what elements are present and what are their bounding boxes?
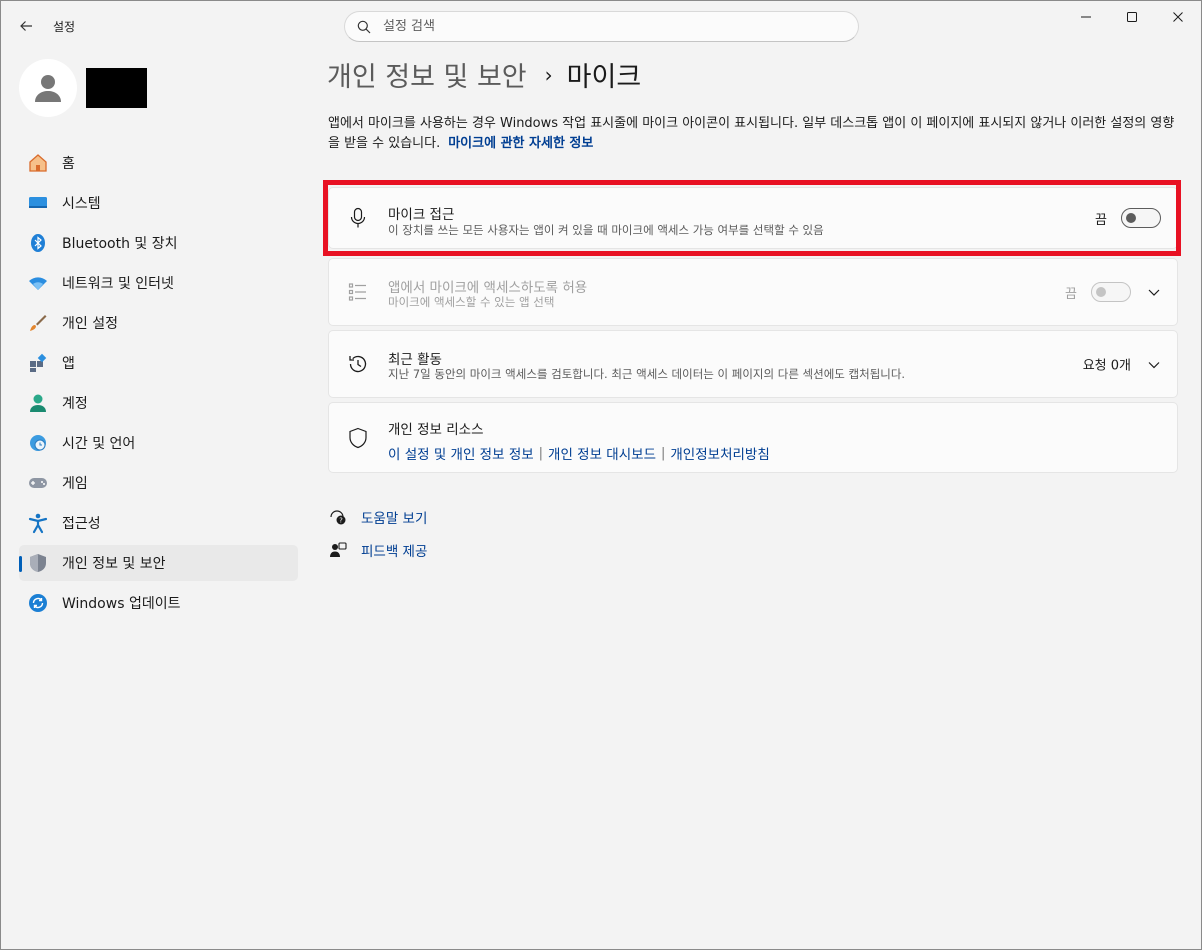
breadcrumb-parent[interactable]: 개인 정보 및 보안 <box>327 55 527 94</box>
minimize-button[interactable] <box>1063 1 1109 33</box>
sidebar-item-label: Windows 업데이트 <box>62 596 181 612</box>
sidebar-item-label: 계정 <box>62 396 88 412</box>
search-icon <box>357 20 371 33</box>
learn-more-link[interactable]: 마이크에 관한 자세한 정보 <box>448 136 593 151</box>
sidebar-item-gaming[interactable]: 게임 <box>19 465 298 501</box>
time-language-icon <box>27 432 49 454</box>
sidebar-item-label: 개인 설정 <box>62 316 118 332</box>
maximize-button[interactable] <box>1109 1 1155 33</box>
window-controls <box>1063 1 1201 33</box>
minimize-icon <box>1081 16 1091 18</box>
settings-window: 설정 설정 검색 홈 시스템 Bluetooth 및 장치 네트워크 및 인터넷… <box>0 0 1202 950</box>
breadcrumb: 개인 정보 및 보안 › 마이크 <box>327 55 641 94</box>
app-access-control: 끔 <box>1065 282 1161 302</box>
app-access-card: 앱에서 마이크에 액세스하도록 허용 마이크에 액세스할 수 있는 앱 선택 끔 <box>328 258 1178 326</box>
history-icon <box>347 353 369 375</box>
page-title: 마이크 <box>566 62 642 93</box>
shield-outline-icon <box>347 427 369 449</box>
gamepad-icon <box>27 472 49 494</box>
feedback-icon <box>328 540 348 560</box>
privacy-dashboard-link[interactable]: 개인 정보 대시보드 <box>548 443 656 463</box>
sidebar-item-accessibility[interactable]: 접근성 <box>19 505 298 541</box>
recent-activity-card[interactable]: 최근 활동 지난 7일 동안의 마이크 액세스를 검토합니다. 최근 액세스 데… <box>328 330 1178 398</box>
search-input[interactable] <box>383 19 823 34</box>
sidebar-item-label: 홈 <box>62 156 75 172</box>
sidebar-item-bluetooth[interactable]: Bluetooth 및 장치 <box>19 225 298 261</box>
sidebar-item-windows-update[interactable]: Windows 업데이트 <box>19 585 298 621</box>
give-feedback-label: 피드백 제공 <box>361 544 428 560</box>
user-icon <box>35 75 61 102</box>
sidebar-item-label: Bluetooth 및 장치 <box>62 236 178 252</box>
give-feedback-link[interactable]: 피드백 제공 <box>328 540 427 560</box>
chevron-down-icon[interactable] <box>1147 357 1161 371</box>
title-bar: 설정 <box>1 1 1201 51</box>
avatar <box>19 59 77 117</box>
privacy-statement-link[interactable]: 개인정보처리방침 <box>670 443 769 463</box>
privacy-links: 이 설정 및 개인 정보 정보 | 개인 정보 대시보드 | 개인정보처리방침 <box>388 443 770 464</box>
link-divider: | <box>538 445 544 461</box>
home-icon <box>27 152 49 174</box>
sidebar-item-personalization[interactable]: 개인 설정 <box>19 305 298 341</box>
svg-text:?: ? <box>339 517 343 525</box>
highlight-frame <box>323 180 1181 256</box>
wifi-icon <box>27 272 49 294</box>
help-icon: ? <box>328 507 348 527</box>
recent-activity-subtitle: 지난 7일 동안의 마이크 액세스를 검토합니다. 최근 액세스 데이터는 이 … <box>388 367 906 381</box>
sidebar-item-apps[interactable]: 앱 <box>19 345 298 381</box>
sidebar-item-label: 시간 및 언어 <box>62 436 136 452</box>
sidebar-item-label: 네트워크 및 인터넷 <box>62 276 174 292</box>
sidebar-item-privacy-security[interactable]: 개인 정보 및 보안 <box>19 545 298 581</box>
maximize-icon <box>1127 12 1137 22</box>
app-access-toggle[interactable] <box>1091 282 1131 302</box>
sidebar-item-label: 게임 <box>62 476 88 492</box>
sidebar-item-accounts[interactable]: 계정 <box>19 385 298 421</box>
account-icon <box>27 392 49 414</box>
system-icon <box>27 192 49 214</box>
close-icon <box>1173 12 1183 22</box>
sidebar-item-label: 접근성 <box>62 516 101 532</box>
app-title: 설정 <box>53 20 76 34</box>
update-icon <box>27 592 49 614</box>
app-access-state: 끔 <box>1065 286 1077 302</box>
bluetooth-icon <box>27 232 49 254</box>
page-description: 앱에서 마이크를 사용하는 경우 Windows 작업 표시줄에 마이크 아이콘… <box>328 114 1178 154</box>
link-divider: | <box>661 445 666 461</box>
recent-requests-count: 요청 0개 <box>1082 358 1131 374</box>
chevron-down-icon[interactable] <box>1147 285 1161 299</box>
app-access-title: 앱에서 마이크에 액세스하도록 허용 <box>388 280 588 296</box>
sidebar-item-home[interactable]: 홈 <box>19 145 298 181</box>
user-profile[interactable] <box>19 59 147 117</box>
privacy-resources-card: 개인 정보 리소스 이 설정 및 개인 정보 정보 | 개인 정보 대시보드 |… <box>328 402 1178 473</box>
sidebar-item-network[interactable]: 네트워크 및 인터넷 <box>19 265 298 301</box>
privacy-resources-title: 개인 정보 리소스 <box>388 422 484 438</box>
close-button[interactable] <box>1155 1 1201 33</box>
recent-activity-title: 최근 활동 <box>388 352 442 368</box>
list-icon <box>347 281 369 303</box>
sidebar-item-label: 앱 <box>62 356 75 372</box>
app-access-subtitle: 마이크에 액세스할 수 있는 앱 선택 <box>388 295 555 309</box>
privacy-settings-link[interactable]: 이 설정 및 개인 정보 정보 <box>388 443 534 463</box>
apps-icon <box>27 352 49 374</box>
redacted-user-name <box>86 68 147 108</box>
accessibility-icon <box>27 512 49 534</box>
brush-icon <box>27 312 49 334</box>
search-box[interactable] <box>344 11 859 42</box>
sidebar-item-time-language[interactable]: 시간 및 언어 <box>19 425 298 461</box>
back-button[interactable] <box>11 11 41 41</box>
breadcrumb-separator: › <box>544 62 553 87</box>
sidebar-nav: 홈 시스템 Bluetooth 및 장치 네트워크 및 인터넷 개인 설정 앱 … <box>19 145 298 625</box>
sidebar-item-system[interactable]: 시스템 <box>19 185 298 221</box>
sidebar-item-label: 개인 정보 및 보안 <box>62 556 166 572</box>
arrow-left-icon <box>20 21 32 31</box>
shield-icon <box>27 552 49 574</box>
get-help-label: 도움말 보기 <box>361 511 428 527</box>
recent-activity-control: 요청 0개 <box>1083 355 1161 374</box>
sidebar-item-label: 시스템 <box>62 196 101 212</box>
get-help-link[interactable]: ? 도움말 보기 <box>328 507 427 527</box>
